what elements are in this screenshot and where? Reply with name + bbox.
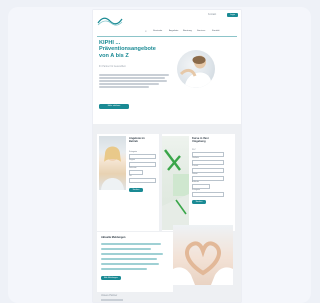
news-item[interactable] [101,253,163,255]
nav-item-4[interactable]: Kontakt [212,30,219,32]
news-item[interactable] [101,258,157,260]
right-field-5[interactable] [192,192,224,198]
right-field-label: Datum [192,173,198,175]
hero-paragraph-line [99,80,167,82]
hero-title: KIPHI ... Präventionsangebote von A bis … [99,40,156,59]
left-field-3[interactable] [129,178,156,184]
news-item[interactable] [101,248,151,250]
left-field-label: Zeitraum [129,167,137,169]
news-item[interactable] [101,263,159,265]
hero-paragraph-line [99,86,149,88]
right-field-label: Kategorie [192,189,201,191]
hero-paragraph-line [99,83,159,85]
left-search-button[interactable]: Suchen [129,188,143,192]
search-icon[interactable]: ⌕ [145,29,147,33]
news-item[interactable] [101,243,161,245]
news-item[interactable] [101,268,147,270]
news-panel [97,232,173,292]
right-field-label: Umkreis [192,157,199,159]
hero-subtitle: Ihr Partner für Gesundheit [99,66,126,68]
hero-button[interactable]: Mehr erfahren [99,104,129,109]
news-button[interactable]: Alle Meldungen [101,276,121,280]
left-field-label: Kategorie [129,151,138,153]
right-field-label: Anbieter [192,181,200,183]
login-button[interactable]: Login [227,13,238,17]
right-field-label: Kursart [192,165,199,167]
nav-item-2[interactable]: Beratung [183,30,192,32]
left-panel-title: Angebote im Betrieb [129,137,145,143]
partners-heading: Unsere Partner [101,294,118,297]
news-title: Aktuelle Meldungen [101,236,126,239]
hero-paragraph-line [99,77,165,79]
nav-item-3[interactable]: Services [197,30,205,32]
woman-photo [99,136,126,190]
right-search-button[interactable]: Suchen [192,200,206,204]
green-image [162,136,189,230]
right-field-label: PLZ [192,149,196,151]
header-divider [97,36,237,37]
top-link[interactable]: Kontakt [208,13,216,17]
left-field-label: Ort [129,175,132,177]
nav-item-1[interactable]: Angebote [169,30,178,32]
page-preview: Kontakt Login ⌕ Startseite Angebote Bera… [93,10,241,302]
hands-heart-image [173,225,233,285]
nav-item-0[interactable]: Startseite [153,30,162,32]
hero-image [177,50,215,88]
footer-line [101,299,123,301]
hero-paragraph-line [99,74,169,76]
left-field-label: Region [129,159,135,161]
right-panel-title: Kurse in Ihrer Umgebung [192,137,209,143]
logo-icon[interactable] [97,15,123,27]
